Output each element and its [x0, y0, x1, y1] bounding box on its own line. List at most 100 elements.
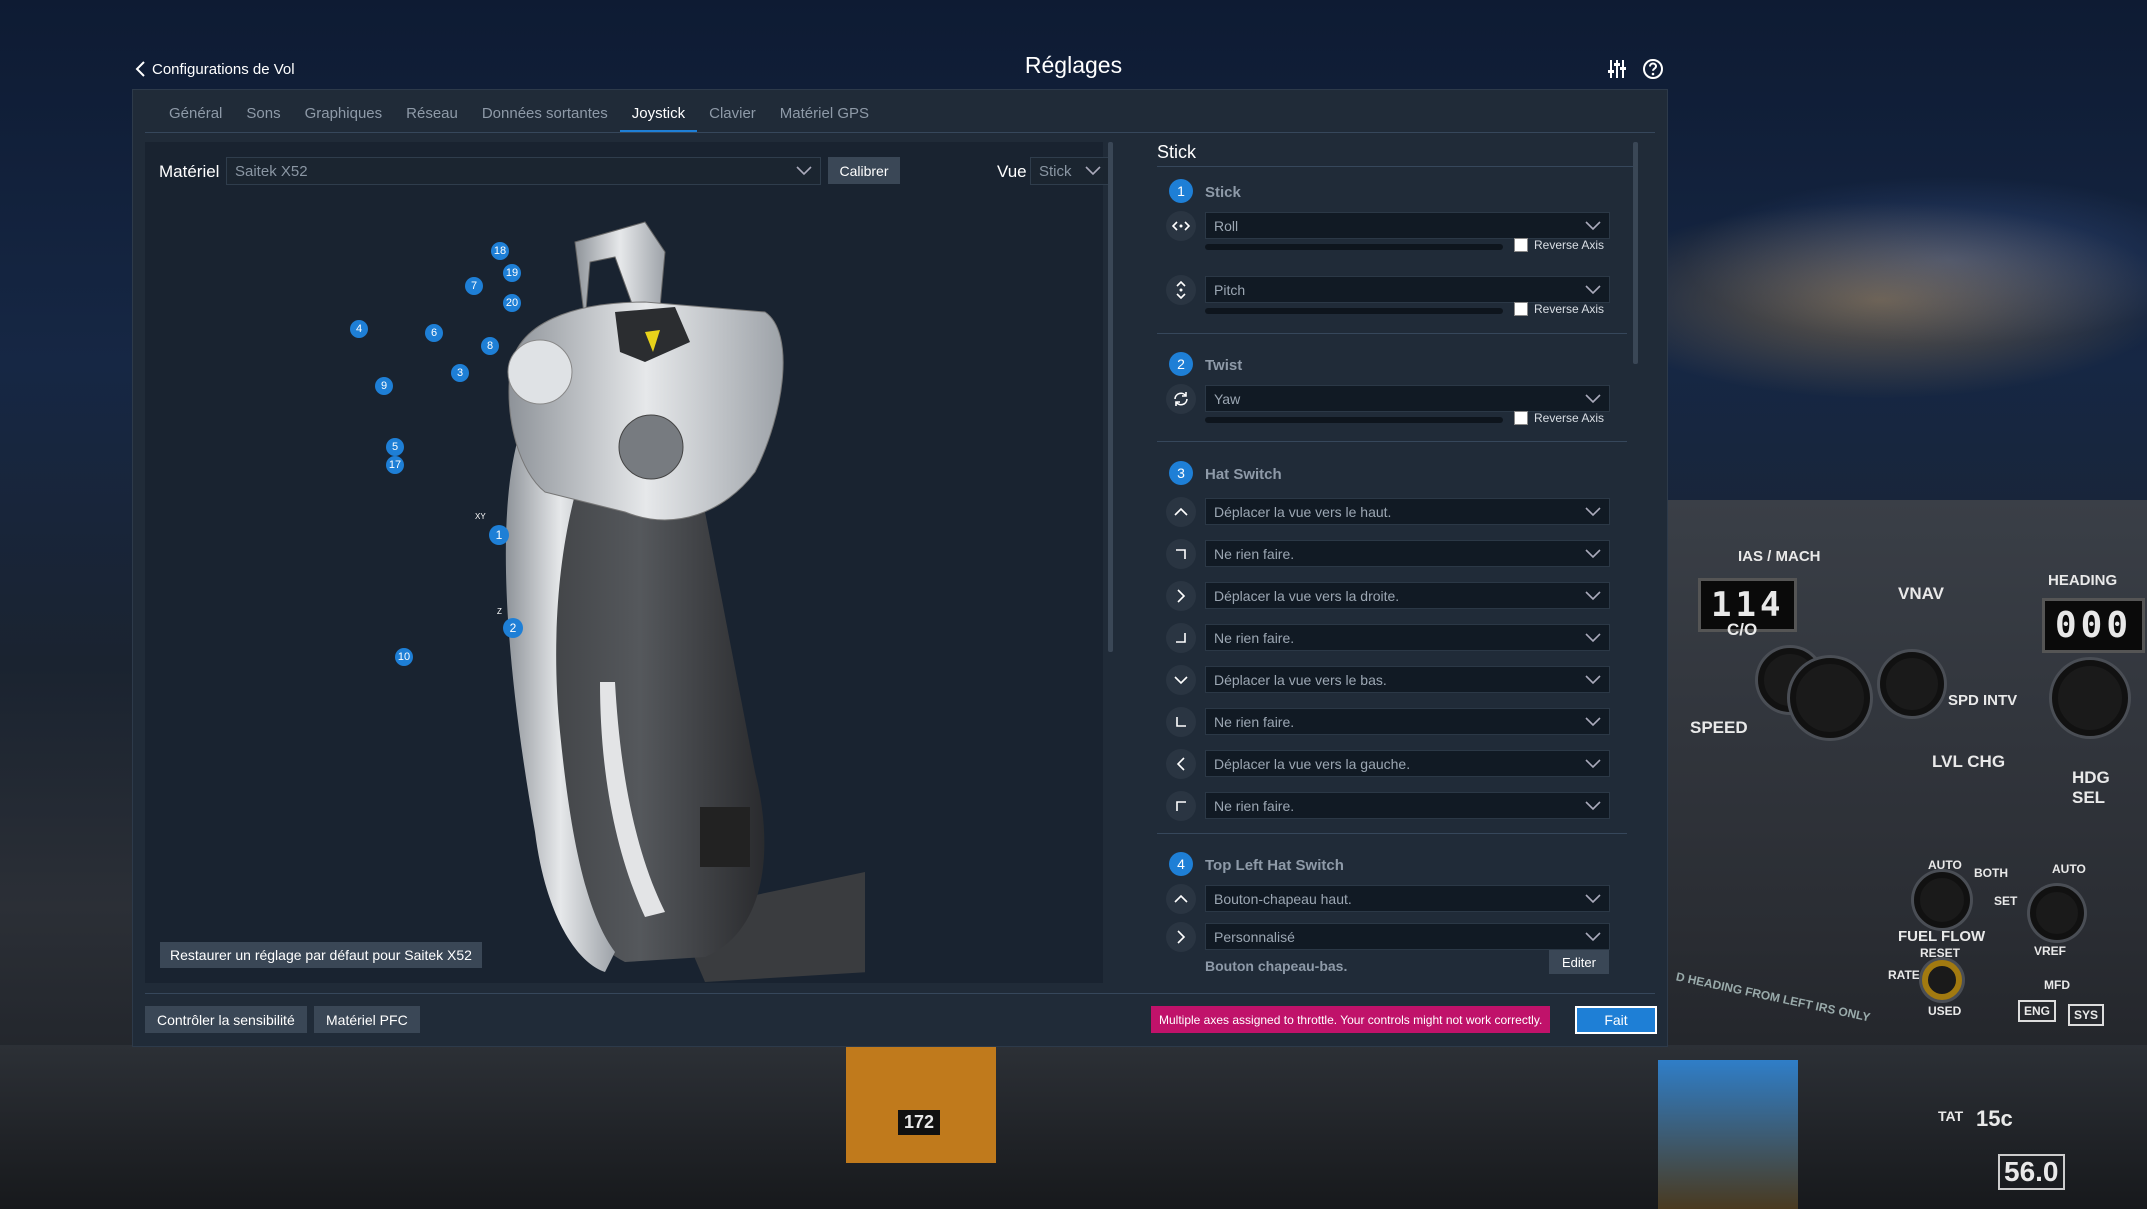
footer-divider — [145, 993, 1655, 994]
tab-sons[interactable]: Sons — [234, 105, 292, 133]
help-icon[interactable] — [1642, 58, 1664, 80]
done-button[interactable]: Fait — [1575, 1006, 1657, 1034]
section-divider — [1157, 833, 1627, 834]
sliders-icon[interactable] — [1606, 58, 1628, 80]
twist-axis-icon — [1166, 384, 1196, 414]
tab-reseau[interactable]: Réseau — [394, 105, 470, 133]
callout-18[interactable]: 18 — [491, 242, 509, 260]
hdg-sel-label: HDG SEL — [2072, 768, 2110, 807]
top-left-hat-right-select[interactable]: Personnalisé — [1205, 923, 1610, 950]
callout-5[interactable]: 5 — [386, 438, 404, 456]
sensitivity-button[interactable]: Contrôler la sensibilité — [145, 1006, 307, 1033]
callout-19[interactable]: 19 — [503, 264, 521, 282]
hat-up-select[interactable]: Déplacer la vue vers le haut. — [1205, 498, 1610, 525]
hat-select-value: Déplacer la vue vers la droite. — [1214, 587, 1400, 604]
used-label: USED — [1928, 1004, 1962, 1018]
hat-down-right-select[interactable]: Ne rien faire. — [1205, 624, 1610, 651]
right-scrollbar[interactable] — [1633, 142, 1638, 364]
hat-select-value: Déplacer la vue vers la gauche. — [1214, 755, 1411, 772]
chevron-down-icon — [1585, 931, 1601, 941]
checkbox[interactable] — [1514, 411, 1528, 425]
callout-2-z: Z — [497, 607, 502, 616]
tab-donnees-sortantes[interactable]: Données sortantes — [470, 105, 620, 133]
tab-bar: Général Sons Graphiques Réseau Données s… — [157, 105, 881, 133]
hat-select-value: Bouton-chapeau haut. — [1214, 890, 1352, 907]
axis-select-yaw[interactable]: Yaw — [1205, 385, 1610, 412]
reverse-axis-pitch[interactable]: Reverse Axis — [1514, 302, 1604, 316]
hat-up-right-select[interactable]: Ne rien faire. — [1205, 540, 1610, 567]
hat-select-value: Personnalisé — [1214, 928, 1295, 945]
callout-1[interactable]: 1 — [489, 525, 509, 545]
tab-clavier[interactable]: Clavier — [697, 105, 768, 133]
hat-select-value: Déplacer la vue vers le haut. — [1214, 503, 1392, 520]
joystick-image-panel: Matériel Saitek X52 Calibrer Vue Stick 1… — [145, 142, 1110, 983]
up-icon — [1166, 497, 1196, 527]
view-select[interactable]: Stick — [1030, 157, 1110, 185]
reverse-axis-label: Reverse Axis — [1534, 302, 1605, 316]
panel-title: Stick — [1157, 142, 1197, 162]
axis-select-roll[interactable]: Roll — [1205, 212, 1610, 239]
chevron-down-icon — [1585, 893, 1601, 903]
callout-10[interactable]: 10 — [395, 648, 413, 666]
device-select-value: Saitek X52 — [235, 162, 308, 180]
co-label: C/O — [1727, 620, 1758, 639]
restore-default-button[interactable]: Restaurer un réglage par défaut pour Sai… — [160, 942, 482, 968]
tab-materiel-gps[interactable]: Matériel GPS — [768, 105, 881, 133]
speed-tape-value: 172 — [898, 1110, 941, 1135]
edit-button[interactable]: Editer — [1549, 950, 1609, 974]
checkbox[interactable] — [1514, 302, 1528, 316]
left-scrollbar[interactable] — [1108, 142, 1113, 652]
pfd-screen — [1658, 1060, 1798, 1209]
calibrate-button[interactable]: Calibrer — [828, 157, 900, 184]
hat-right-select[interactable]: Déplacer la vue vers la droite. — [1205, 582, 1610, 609]
tab-joystick[interactable]: Joystick — [619, 105, 698, 133]
tab-graphiques[interactable]: Graphiques — [293, 105, 395, 133]
up-left-icon — [1166, 791, 1196, 821]
lvl-chg-label: LVL CHG — [1932, 752, 2006, 771]
reverse-axis-yaw[interactable]: Reverse Axis — [1514, 411, 1604, 425]
callout-7[interactable]: 7 — [465, 277, 483, 295]
axis-select-pitch[interactable]: Pitch — [1205, 276, 1610, 303]
callout-20[interactable]: 20 — [503, 294, 521, 312]
hat-select-value: Déplacer la vue vers le bas. — [1214, 671, 1387, 688]
callout-17[interactable]: 17 — [386, 456, 404, 474]
top-left-hat-up-select[interactable]: Bouton-chapeau haut. — [1205, 885, 1610, 912]
up-right-icon — [1166, 539, 1196, 569]
callout-8[interactable]: 8 — [481, 337, 499, 355]
axis-select-value: Pitch — [1214, 281, 1246, 298]
callout-6[interactable]: 6 — [425, 324, 443, 342]
callout-2[interactable]: 2 — [503, 618, 523, 638]
eng-button: ENG — [2018, 1000, 2057, 1022]
pfc-button[interactable]: Matériel PFC — [314, 1006, 420, 1033]
hat-up-left-select[interactable]: Ne rien faire. — [1205, 792, 1610, 819]
left-icon — [1166, 749, 1196, 779]
tab-general[interactable]: Général — [157, 105, 234, 133]
spd-intv-button — [1880, 652, 1944, 716]
device-select[interactable]: Saitek X52 — [226, 157, 821, 185]
chevron-down-icon — [1585, 800, 1601, 810]
right-icon — [1166, 581, 1196, 611]
stick-head-knob — [507, 339, 573, 405]
chevron-down-icon — [1585, 674, 1601, 684]
callout-3[interactable]: 3 — [451, 364, 469, 382]
callout-9[interactable]: 9 — [375, 377, 393, 395]
warning-banner: Multiple axes assigned to throttle. Your… — [1151, 1006, 1551, 1033]
cockpit-lower-background — [0, 1045, 2147, 1209]
hat-down-left-select[interactable]: Ne rien faire. — [1205, 708, 1610, 735]
checkbox[interactable] — [1514, 238, 1528, 252]
down-right-icon — [1166, 623, 1196, 653]
reverse-axis-roll[interactable]: Reverse Axis — [1514, 238, 1604, 252]
section-divider — [1157, 333, 1627, 334]
fuel-flow-label: FUEL FLOW — [1898, 928, 1986, 945]
hat-select-value: Ne rien faire. — [1214, 629, 1295, 646]
ias-label: IAS / MACH — [1738, 548, 1821, 565]
hat-down-select[interactable]: Déplacer la vue vers le bas. — [1205, 666, 1610, 693]
chevron-down-icon — [1585, 506, 1601, 516]
rate-label: RATE — [1888, 968, 1920, 982]
chevron-down-icon — [1585, 758, 1601, 768]
right-icon — [1166, 922, 1196, 952]
hat-left-select[interactable]: Déplacer la vue vers la gauche. — [1205, 750, 1610, 777]
page-title: Réglages — [1024, 52, 1123, 78]
chevron-down-icon — [1085, 166, 1101, 176]
callout-4[interactable]: 4 — [350, 320, 368, 338]
